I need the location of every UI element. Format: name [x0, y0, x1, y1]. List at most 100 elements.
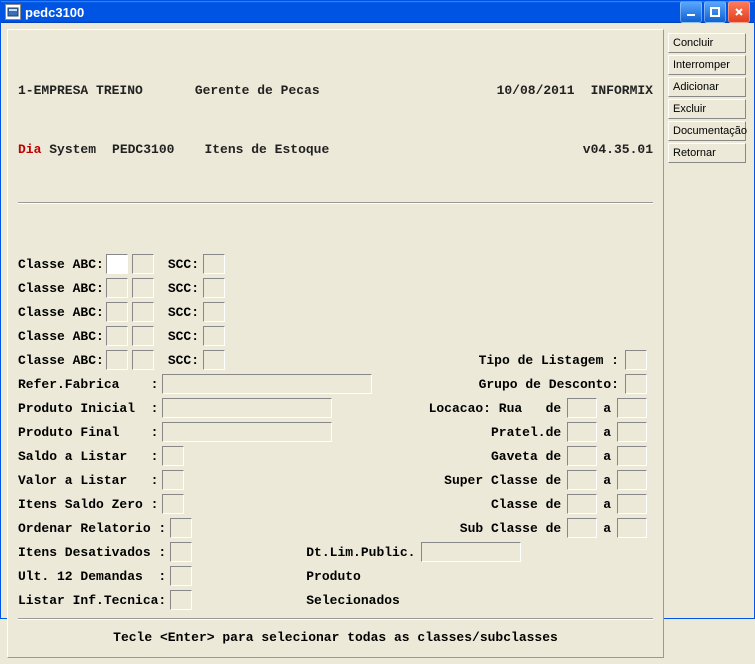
- app-window: pedc3100 1-EMPRESA TREINO Gerente de Pec…: [0, 0, 755, 619]
- classe-abc-input-1[interactable]: [106, 254, 128, 274]
- db-label: INFORMIX: [591, 81, 653, 101]
- scc-input-1[interactable]: [203, 254, 225, 274]
- label-tipo-listagem: Tipo de Listagem :: [479, 353, 619, 368]
- rua-a-input[interactable]: [617, 398, 647, 418]
- gaveta-a-input[interactable]: [617, 446, 647, 466]
- classe-abc-input-5[interactable]: [106, 350, 128, 370]
- main-panel: 1-EMPRESA TREINO Gerente de Pecas 10/08/…: [7, 29, 664, 658]
- itens-desativados-input[interactable]: [170, 542, 192, 562]
- sidebar: Concluir Interromper Adicionar Excluir D…: [668, 29, 746, 658]
- title-bar: pedc3100: [1, 1, 754, 23]
- classe-abc-input-3[interactable]: [106, 302, 128, 322]
- pratel-de-input[interactable]: [567, 422, 597, 442]
- label-ordenar-relatorio: Ordenar Relatorio :: [18, 521, 166, 536]
- label-sub-classe: Sub Classe de: [460, 521, 561, 536]
- itens-saldo-zero-input[interactable]: [162, 494, 184, 514]
- label-a-3: a: [603, 449, 611, 464]
- label-scc-5: SCC:: [168, 353, 199, 368]
- ordenar-relatorio-input[interactable]: [170, 518, 192, 538]
- app-icon: [5, 4, 21, 20]
- super-a-input[interactable]: [617, 470, 647, 490]
- label-classe: Classe de: [491, 497, 561, 512]
- adicionar-button[interactable]: Adicionar: [668, 77, 746, 97]
- window-title: pedc3100: [25, 5, 84, 20]
- documentacao-button[interactable]: Documentação: [668, 121, 746, 141]
- maximize-button[interactable]: [704, 1, 726, 23]
- header-block: 1-EMPRESA TREINO Gerente de Pecas 10/08/…: [18, 42, 653, 198]
- status-line: Tecle <Enter> para selecionar todas as c…: [18, 626, 653, 653]
- role-label: Gerente de Pecas: [195, 81, 320, 101]
- label-scc-4: SCC:: [168, 329, 199, 344]
- classe-abc-input-2b[interactable]: [132, 278, 154, 298]
- label-a-6: a: [603, 521, 611, 536]
- pratel-a-input[interactable]: [617, 422, 647, 442]
- label-produto: Produto: [306, 569, 361, 584]
- version-label: v04.35.01: [583, 140, 653, 160]
- produto-inicial-input[interactable]: [162, 398, 332, 418]
- classe-abc-input-4b[interactable]: [132, 326, 154, 346]
- scc-input-2[interactable]: [203, 278, 225, 298]
- classe-abc-input-1b[interactable]: [132, 254, 154, 274]
- label-super-classe: Super Classe de: [444, 473, 561, 488]
- label-gaveta: Gaveta de: [491, 449, 561, 464]
- label-valor-listar: Valor a Listar :: [18, 473, 158, 488]
- label-scc-2: SCC:: [168, 281, 199, 296]
- interromper-button[interactable]: Interromper: [668, 55, 746, 75]
- program-label: PEDC3100: [112, 140, 174, 160]
- label-a-5: a: [603, 497, 611, 512]
- sub-a-input[interactable]: [617, 518, 647, 538]
- label-classe-abc-4: Classe ABC:: [18, 329, 104, 344]
- label-classe-abc: Classe ABC:: [18, 257, 104, 272]
- saldo-listar-input[interactable]: [162, 446, 184, 466]
- label-classe-abc-5: Classe ABC:: [18, 353, 104, 368]
- gaveta-de-input[interactable]: [567, 446, 597, 466]
- minimize-button[interactable]: [680, 1, 702, 23]
- label-scc: SCC:: [168, 257, 199, 272]
- rua-de-input[interactable]: [567, 398, 597, 418]
- label-pratel: Pratel.de: [491, 425, 561, 440]
- concluir-button[interactable]: Concluir: [668, 33, 746, 53]
- refer-fabrica-input[interactable]: [162, 374, 372, 394]
- label-produto-inicial: Produto Inicial :: [18, 401, 158, 416]
- close-button[interactable]: [728, 1, 750, 23]
- ult-12-input[interactable]: [170, 566, 192, 586]
- header-separator: [18, 202, 653, 204]
- valor-listar-input[interactable]: [162, 470, 184, 490]
- dtlim-input[interactable]: [421, 542, 521, 562]
- tipo-listagem-input[interactable]: [625, 350, 647, 370]
- classe-abc-input-2[interactable]: [106, 278, 128, 298]
- sub-de-input[interactable]: [567, 518, 597, 538]
- classe-abc-input-4[interactable]: [106, 326, 128, 346]
- label-itens-saldo-zero: Itens Saldo Zero :: [18, 497, 158, 512]
- grupo-desconto-input[interactable]: [625, 374, 647, 394]
- label-itens-desativados: Itens Desativados :: [18, 545, 166, 560]
- listar-inf-input[interactable]: [170, 590, 192, 610]
- subtitle-label: Itens de Estoque: [204, 140, 329, 160]
- label-scc-3: SCC:: [168, 305, 199, 320]
- date-label: 10/08/2011: [497, 81, 575, 101]
- super-de-input[interactable]: [567, 470, 597, 490]
- classe-abc-input-5b[interactable]: [132, 350, 154, 370]
- label-classe-abc-2: Classe ABC:: [18, 281, 104, 296]
- retornar-button[interactable]: Retornar: [668, 143, 746, 163]
- company-name: 1-EMPRESA TREINO: [18, 81, 143, 101]
- dia-label: Dia: [18, 140, 41, 160]
- produto-final-input[interactable]: [162, 422, 332, 442]
- client-area: 1-EMPRESA TREINO Gerente de Pecas 10/08/…: [1, 23, 754, 664]
- label-refer-fabrica: Refer.Fabrica :: [18, 377, 158, 392]
- label-a-2: a: [603, 425, 611, 440]
- scc-input-4[interactable]: [203, 326, 225, 346]
- label-a-1: a: [603, 401, 611, 416]
- label-ult-12: Ult. 12 Demandas :: [18, 569, 166, 584]
- scc-input-5[interactable]: [203, 350, 225, 370]
- excluir-button[interactable]: Excluir: [668, 99, 746, 119]
- classe-de-input[interactable]: [567, 494, 597, 514]
- form-area: Classe ABC: SCC: Classe ABC: SCC: Cl: [18, 252, 653, 612]
- label-grupo-desconto: Grupo de Desconto:: [479, 377, 619, 392]
- footer-separator: [18, 618, 653, 620]
- label-locacao-rua: Locacao: Rua de: [429, 401, 562, 416]
- scc-input-3[interactable]: [203, 302, 225, 322]
- classe-a-input[interactable]: [617, 494, 647, 514]
- classe-abc-input-3b[interactable]: [132, 302, 154, 322]
- label-produto-final: Produto Final :: [18, 425, 158, 440]
